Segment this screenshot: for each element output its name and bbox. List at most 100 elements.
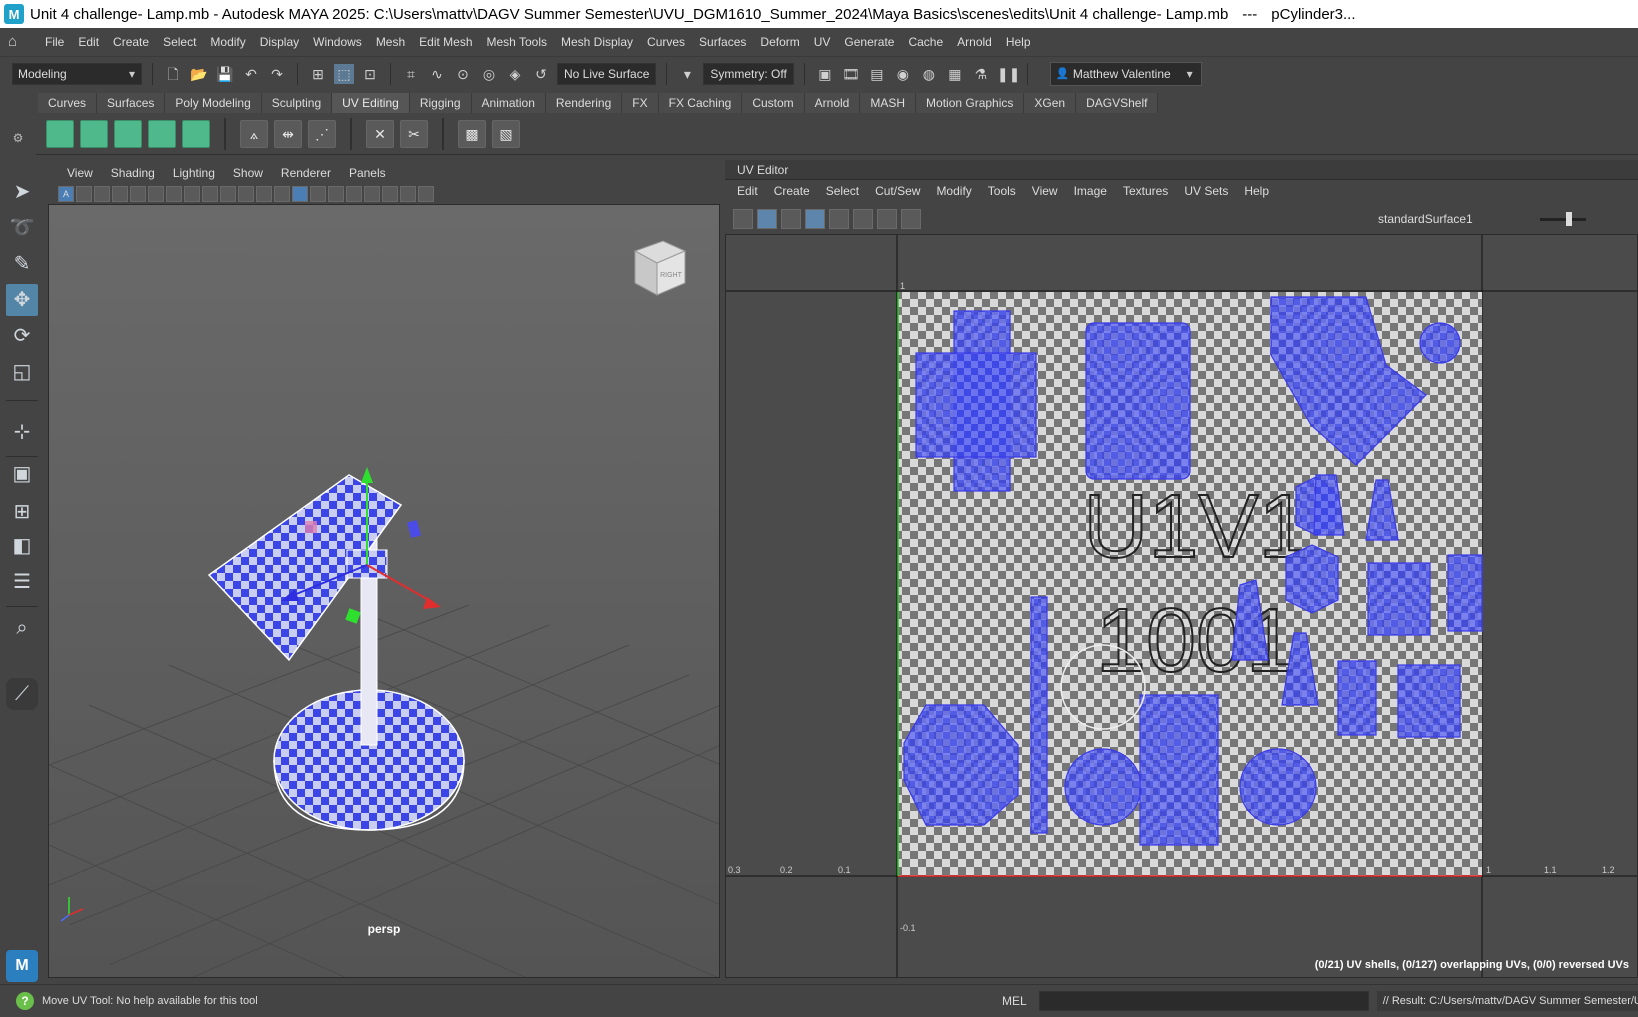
snap-surface-icon[interactable]: ◈ <box>505 64 525 84</box>
select-tool-icon[interactable]: ➤ <box>6 176 38 208</box>
move-plane-handle[interactable] <box>345 608 361 624</box>
shelf-tab-fx-caching[interactable]: FX Caching <box>658 93 743 113</box>
snap-together-icon[interactable]: ↺ <box>531 64 551 84</box>
uv-texture-canvas[interactable]: U1V1 1001 0.3 0.2 0.1 1 1.1 1.2 -0.1 1 (… <box>725 234 1638 978</box>
viewport-menu-panels[interactable]: Panels <box>340 166 395 180</box>
symmetry-uv-icon[interactable]: ⇹ <box>274 119 302 148</box>
uv-menu-tools[interactable]: Tools <box>980 184 1024 198</box>
camera-based-mapping-icon[interactable] <box>182 119 210 148</box>
save-scene-icon[interactable]: 💾 <box>215 64 235 84</box>
ipr-render-icon[interactable]: ▤ <box>867 64 887 84</box>
lasso-tool-icon[interactable]: ➰ <box>6 212 38 244</box>
live-surface-field[interactable]: No Live Surface <box>557 62 657 85</box>
viewport-menu-show[interactable]: Show <box>224 166 272 180</box>
single-perspective-layout-icon[interactable]: ▣ <box>6 458 38 490</box>
snap-curve-icon[interactable]: ∿ <box>427 64 447 84</box>
shelf-tab-surfaces[interactable]: Surfaces <box>97 93 166 113</box>
outliner-layout-icon[interactable]: ◧ <box>6 530 38 562</box>
camera-icon[interactable] <box>130 186 146 202</box>
menu-file[interactable]: File <box>38 35 71 49</box>
unfold-icon[interactable]: ✕ <box>366 119 394 148</box>
uv-menu-image[interactable]: Image <box>1066 184 1115 198</box>
menu-windows[interactable]: Windows <box>306 35 369 49</box>
menu-arnold[interactable]: Arnold <box>950 35 999 49</box>
viewport-menu-renderer[interactable]: Renderer <box>272 166 340 180</box>
shadows-icon[interactable] <box>382 186 398 202</box>
wireframe-icon[interactable] <box>274 186 290 202</box>
menu-set-dropdown[interactable]: Modeling <box>12 62 142 85</box>
uv-shell[interactable] <box>915 352 1037 458</box>
optimize-icon[interactable]: ✂ <box>400 119 428 148</box>
menu-mesh-display[interactable]: Mesh Display <box>554 35 640 49</box>
checker-map-icon[interactable]: ▩ <box>458 119 486 148</box>
open-scene-icon[interactable]: 📂 <box>189 64 209 84</box>
xray-icon[interactable] <box>328 186 344 202</box>
resolution-gate-icon[interactable] <box>238 186 254 202</box>
scale-tool-icon[interactable]: ◱ <box>6 356 38 388</box>
perspective-viewport[interactable]: RIGHT persp <box>48 204 720 978</box>
uv-shell[interactable] <box>1064 748 1142 826</box>
shelf-tab-curves[interactable]: Curves <box>38 93 98 113</box>
film-gate-icon[interactable] <box>220 186 236 202</box>
grease-pencil-icon[interactable] <box>184 186 200 202</box>
uv-shell[interactable] <box>1139 694 1219 846</box>
uv-pixel-snap-icon[interactable] <box>853 209 873 229</box>
shelf-tab-rigging[interactable]: Rigging <box>409 93 472 113</box>
uv-shell[interactable] <box>1397 664 1461 738</box>
viewcube[interactable]: RIGHT <box>627 235 691 299</box>
menu-generate[interactable]: Generate <box>837 35 901 49</box>
planar-mapping-icon[interactable] <box>46 119 74 148</box>
uv-shaded-icon[interactable] <box>757 209 777 229</box>
select-hierarchy-icon[interactable]: ⊞ <box>308 64 328 84</box>
undo-icon[interactable]: ↶ <box>241 64 261 84</box>
bookmarks-icon[interactable] <box>94 186 110 202</box>
substance-plugin-icon[interactable]: ⟋ <box>6 678 38 710</box>
uv-snapshot-icon[interactable] <box>901 209 921 229</box>
uv-shell[interactable] <box>1337 660 1377 736</box>
mel-command-input[interactable] <box>1038 991 1369 1011</box>
select-object-icon[interactable]: ⬚ <box>334 63 354 84</box>
uv-shell[interactable] <box>1419 322 1461 364</box>
menu-display[interactable]: Display <box>253 35 306 49</box>
viewport-menu-view[interactable]: View <box>58 166 102 180</box>
shelf-tab-animation[interactable]: Animation <box>471 93 546 113</box>
shelf-tab-motion-graphics[interactable]: Motion Graphics <box>916 93 1025 113</box>
smooth-shade-icon[interactable] <box>292 186 308 202</box>
menu-cache[interactable]: Cache <box>901 35 950 49</box>
uv-image-slider[interactable] <box>1540 212 1586 226</box>
pause-icon[interactable]: ❚❚ <box>997 64 1020 84</box>
uv-shell[interactable] <box>1030 596 1048 834</box>
uv-menu-help[interactable]: Help <box>1236 184 1277 198</box>
move-tool-icon[interactable]: ✥ <box>6 284 38 316</box>
shelf-tab-poly-modeling[interactable]: Poly Modeling <box>165 93 262 113</box>
uv-menu-uv-sets[interactable]: UV Sets <box>1176 184 1236 198</box>
cut-uv-tool-icon[interactable]: ⋰ <box>308 119 336 148</box>
textured-icon[interactable] <box>346 186 362 202</box>
bookmark-icon[interactable] <box>166 186 182 202</box>
redo-icon[interactable]: ↷ <box>267 64 287 84</box>
new-scene-icon[interactable]: 🗋 <box>163 64 183 84</box>
uv-menu-view[interactable]: View <box>1024 184 1066 198</box>
shelf-tab-sculpting[interactable]: Sculpting <box>261 93 333 113</box>
camera-attributes-icon[interactable] <box>76 186 92 202</box>
grid-toggle-icon[interactable] <box>202 186 218 202</box>
uv-menu-select[interactable]: Select <box>818 184 867 198</box>
arnold-render-icon[interactable]: ⚗ <box>971 64 991 84</box>
uv-menu-cut-sew[interactable]: Cut/Sew <box>867 184 928 198</box>
lock-camera-icon[interactable] <box>148 186 164 202</box>
viewport-menu-lighting[interactable]: Lighting <box>164 166 224 180</box>
user-account-dropdown[interactable]: Matthew Valentine <box>1049 61 1202 86</box>
uv-distortion-icon[interactable] <box>781 209 801 229</box>
uv-shell[interactable] <box>1239 748 1317 826</box>
paint-select-tool-icon[interactable]: ✎ <box>6 248 38 280</box>
menu-deform[interactable]: Deform <box>753 35 806 49</box>
home-icon[interactable]: ⌂ <box>8 33 26 51</box>
texel-density-icon[interactable]: ▧ <box>492 119 520 148</box>
select-camera-icon[interactable]: A <box>58 186 74 202</box>
uv-shell[interactable] <box>1367 562 1431 636</box>
rotate-tool-icon[interactable]: ⟳ <box>6 320 38 352</box>
menu-edit-mesh[interactable]: Edit Mesh <box>412 35 479 49</box>
automatic-mapping-icon[interactable] <box>148 119 176 148</box>
search-icon[interactable]: ⌕ <box>6 612 38 644</box>
spherical-mapping-icon[interactable] <box>114 119 142 148</box>
